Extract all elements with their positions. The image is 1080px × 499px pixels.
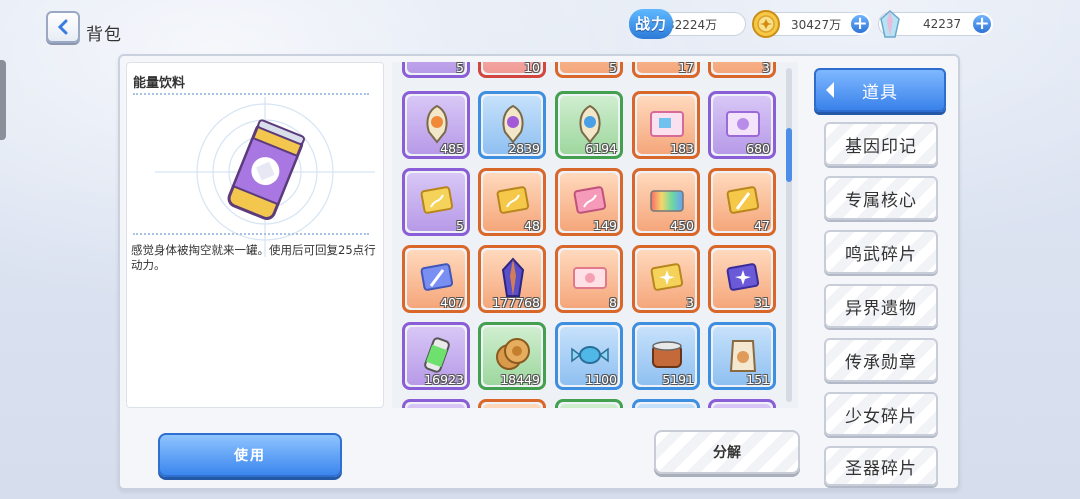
category-tab-items[interactable]: 道具: [814, 68, 946, 112]
item-tile[interactable]: 5191: [632, 322, 700, 390]
item-tile[interactable]: 485: [402, 91, 470, 159]
back-button[interactable]: [46, 11, 80, 43]
sword-card-icon: [726, 186, 760, 214]
power-value: 32224万: [667, 17, 718, 32]
item-tile[interactable]: 16923: [402, 322, 470, 390]
item-tile[interactable]: 407: [402, 245, 470, 313]
item-tile[interactable]: 5: [555, 62, 623, 78]
candy-icon: [571, 346, 609, 364]
rainbow-ticket-icon: [650, 190, 684, 212]
category-tab-gene-imprint[interactable]: 基因印记: [824, 122, 938, 166]
item-description: 感觉身体被掏空就来一罐。使用后可回复25点行动力。: [131, 243, 376, 272]
sword-card-icon: [420, 263, 454, 291]
item-tile[interactable]: 18449: [478, 322, 546, 390]
divider: [133, 93, 369, 95]
item-tile[interactable]: 151: [708, 322, 776, 390]
add-coins-button[interactable]: +: [849, 13, 871, 35]
item-tile[interactable]: 6194: [555, 91, 623, 159]
ticket-icon: [573, 267, 607, 289]
memory-piece-icon: [502, 104, 524, 144]
item-tile[interactable]: [632, 399, 700, 408]
scrollbar-thumb[interactable]: [786, 128, 792, 182]
divider: [133, 233, 369, 235]
add-gems-button[interactable]: +: [971, 13, 993, 35]
category-tab-artifact-fragment[interactable]: 圣器碎片: [824, 446, 938, 486]
item-tile[interactable]: 10: [478, 62, 546, 78]
power-display: 战力 32224万: [629, 9, 746, 39]
gene-card-icon: [496, 186, 530, 214]
crystal-shard-icon: [501, 257, 525, 297]
item-tile[interactable]: 450: [632, 168, 700, 236]
item-tile[interactable]: 5: [402, 62, 470, 78]
memory-piece-icon: [426, 104, 448, 144]
item-detail-box: 能量饮料 感觉身体被掏空就来一罐。使用后可回复25点行动力。: [126, 62, 384, 408]
item-grid[interactable]: 5 10 5 17 3 485 2839 6194 183 680 5 48 1…: [392, 62, 798, 408]
use-button[interactable]: 使用: [158, 433, 342, 477]
decompose-button[interactable]: 分解: [654, 430, 800, 474]
star-card-icon: [650, 263, 684, 291]
item-tile[interactable]: 31: [708, 245, 776, 313]
item-tile[interactable]: 177768: [478, 245, 546, 313]
category-tab-relic[interactable]: 异界遗物: [824, 284, 938, 328]
item-tile[interactable]: 183: [632, 91, 700, 159]
cookie-icon: [496, 338, 530, 370]
item-tile[interactable]: 149: [555, 168, 623, 236]
item-tile[interactable]: 47: [708, 168, 776, 236]
energy-drink-icon: [424, 337, 450, 373]
star-card-icon: [726, 263, 760, 291]
memory-piece-icon: [579, 104, 601, 144]
ticket-icon: [650, 111, 684, 137]
page-title: 背包: [86, 25, 122, 45]
coins-display: 30427万 +: [752, 10, 871, 38]
canned-food-icon: [652, 341, 682, 368]
item-tile[interactable]: [402, 399, 470, 408]
item-tile[interactable]: 17: [632, 62, 700, 78]
gems-value: 42237: [923, 17, 962, 31]
item-tile[interactable]: 3: [708, 62, 776, 78]
item-tile[interactable]: 3: [632, 245, 700, 313]
gene-card-icon: [573, 186, 607, 214]
item-tile[interactable]: 5: [402, 168, 470, 236]
ticket-icon: [726, 111, 760, 137]
snack-bag-icon: [729, 340, 757, 372]
coin-icon: [752, 10, 780, 38]
gems-display: 42237 +: [878, 9, 993, 38]
grid-scrollbar[interactable]: [786, 68, 792, 402]
item-tile[interactable]: 2839: [478, 91, 546, 159]
category-tab-weapon-fragment[interactable]: 鸣武碎片: [824, 230, 938, 274]
gene-card-icon: [420, 186, 454, 214]
category-tab-medal[interactable]: 传承勋章: [824, 338, 938, 382]
item-tile[interactable]: 48: [478, 168, 546, 236]
crystal-icon: [880, 9, 900, 38]
item-tile[interactable]: 680: [708, 91, 776, 159]
chevron-left-icon: [57, 19, 68, 35]
item-tile[interactable]: [708, 399, 776, 408]
coins-value: 30427万: [791, 17, 842, 32]
category-tab-exclusive-core[interactable]: 专属核心: [824, 176, 938, 220]
side-handle[interactable]: [0, 60, 6, 140]
item-tile[interactable]: 8: [555, 245, 623, 313]
caret-left-icon: [826, 82, 834, 98]
item-tile[interactable]: [478, 399, 546, 408]
item-tile[interactable]: [555, 399, 623, 408]
item-tile[interactable]: 1100: [555, 322, 623, 390]
item-name: 能量饮料: [133, 76, 186, 91]
power-label: 战力: [629, 9, 674, 39]
category-tab-girl-fragment[interactable]: 少女碎片: [824, 392, 938, 436]
